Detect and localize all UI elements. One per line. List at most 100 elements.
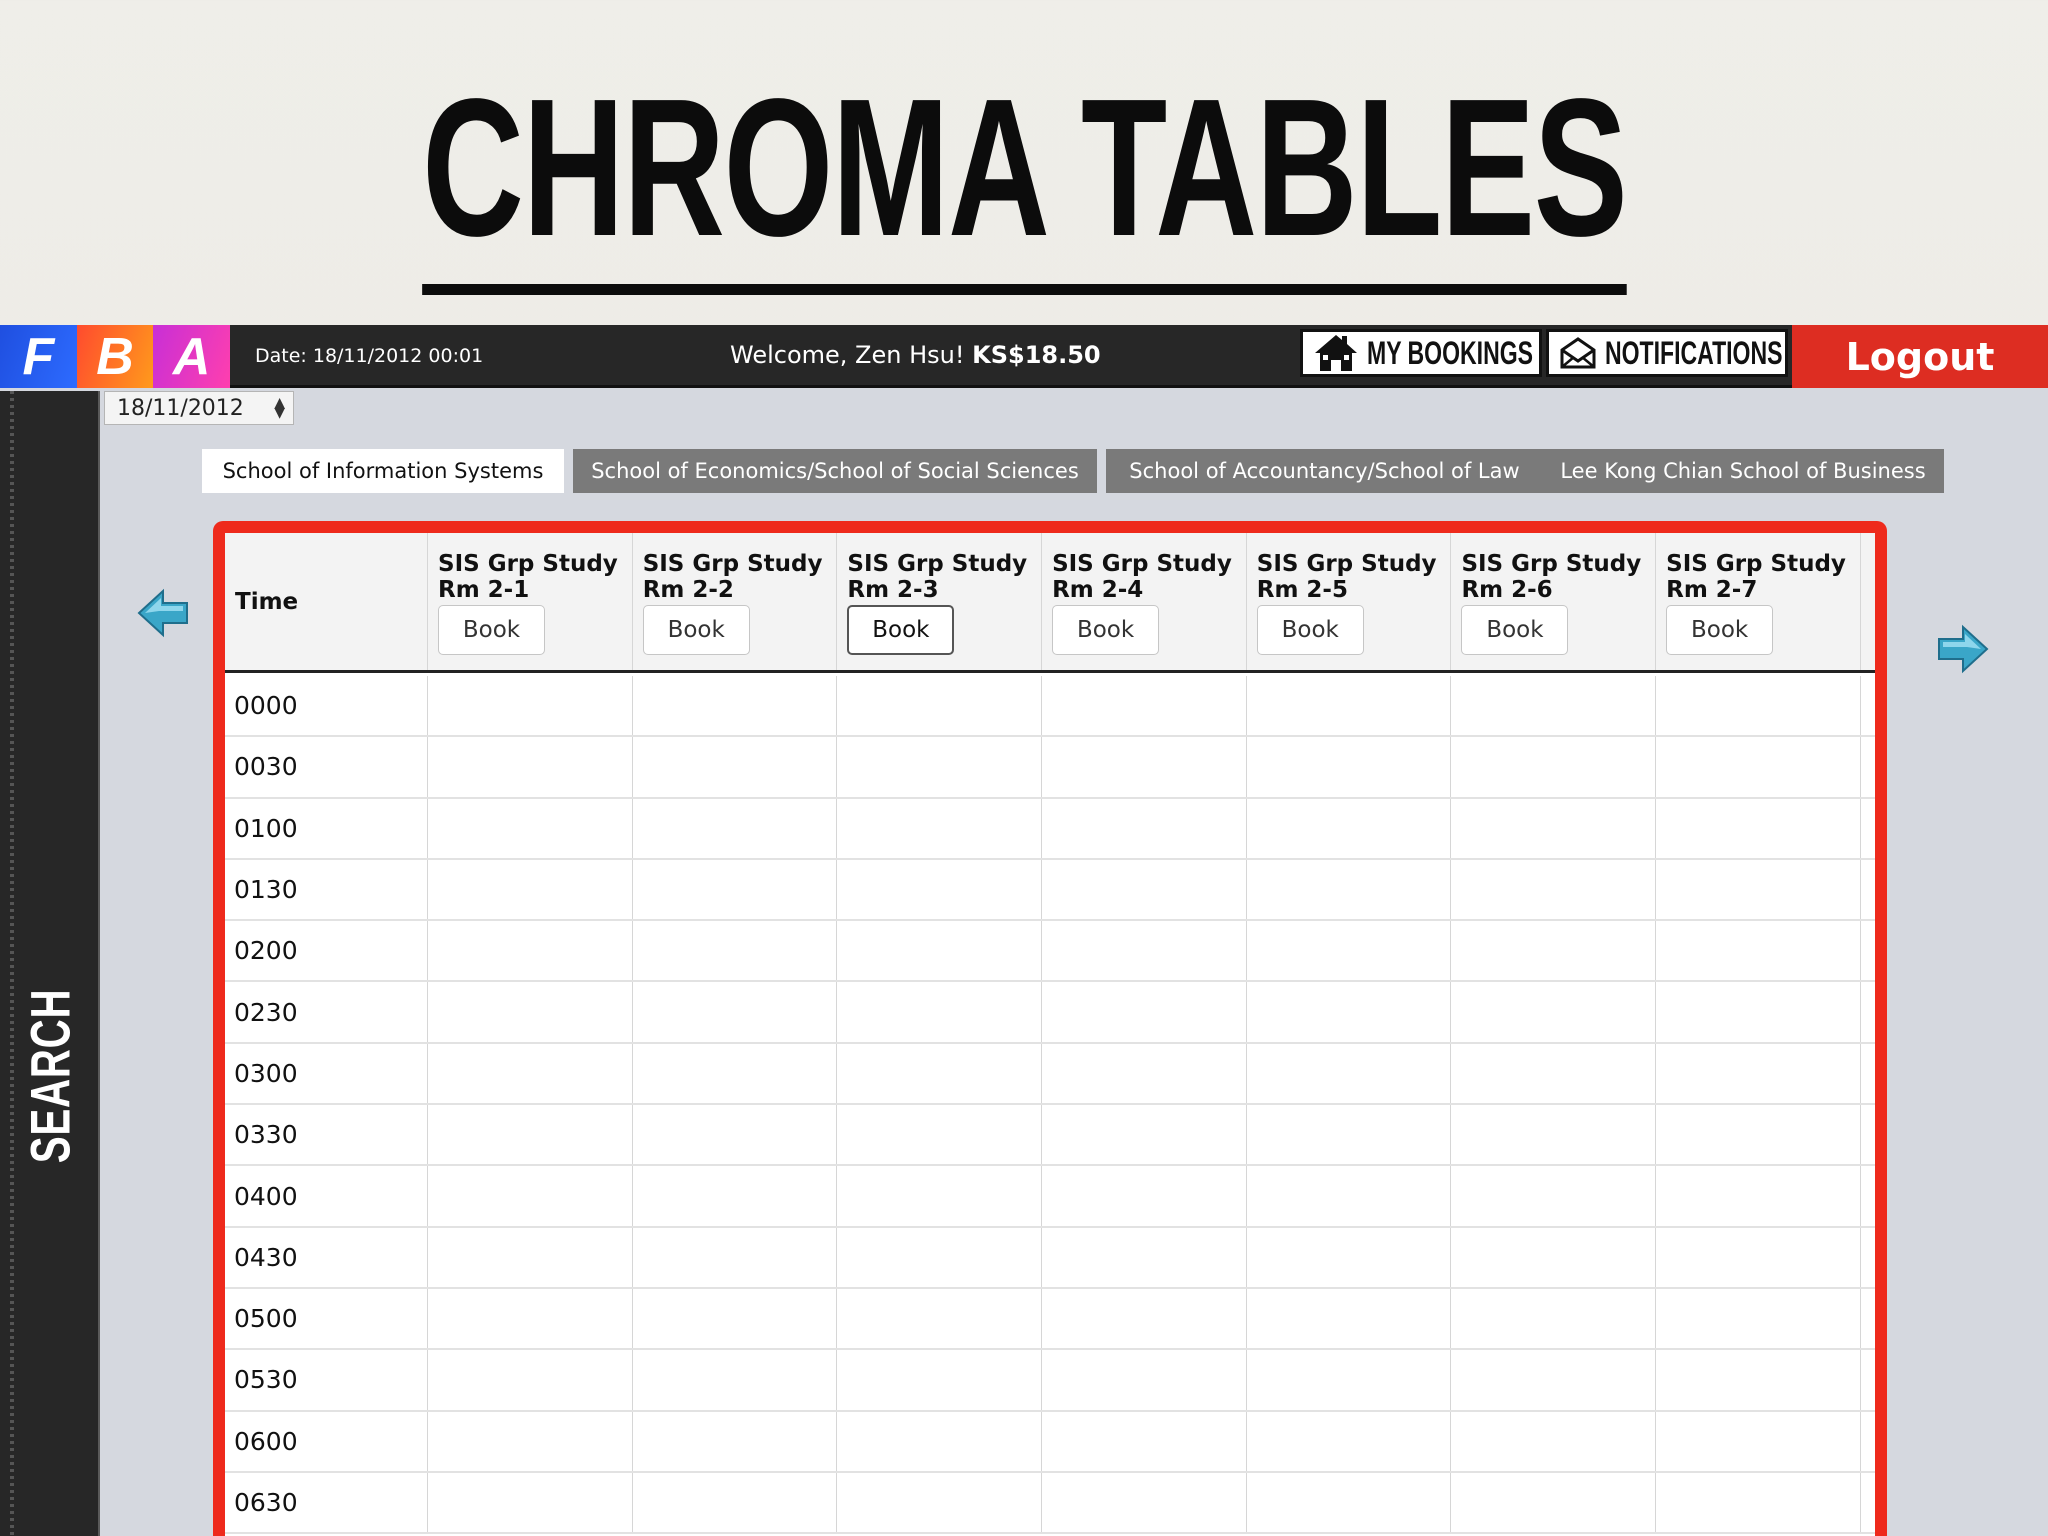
booking-slot-cell[interactable] — [633, 1350, 838, 1410]
booking-slot-cell[interactable] — [1247, 982, 1452, 1042]
booking-slot-cell[interactable] — [837, 1166, 1043, 1226]
booking-slot-cell[interactable] — [837, 798, 1043, 858]
booking-slot-cell[interactable] — [633, 676, 838, 736]
booking-slot-cell[interactable] — [1042, 1166, 1247, 1226]
book-button[interactable]: Book — [438, 605, 545, 655]
booking-slot-cell[interactable] — [633, 1105, 838, 1165]
booking-slot-cell[interactable] — [837, 1472, 1043, 1533]
book-button[interactable]: Book — [847, 605, 955, 655]
booking-slot-cell[interactable] — [633, 737, 838, 797]
booking-slot-cell[interactable] — [1042, 1472, 1247, 1533]
arrow-left-icon[interactable] — [137, 587, 189, 639]
booking-slot-cell[interactable] — [837, 1411, 1043, 1471]
booking-slot-cell[interactable] — [428, 1288, 633, 1349]
booking-slot-cell[interactable] — [1451, 737, 1657, 797]
booking-slot-cell[interactable] — [1451, 1472, 1657, 1533]
booking-slot-cell[interactable] — [1042, 798, 1247, 858]
booking-slot-cell[interactable] — [837, 1043, 1043, 1104]
booking-slot-cell[interactable] — [633, 982, 838, 1042]
booking-slot-cell[interactable] — [1247, 921, 1452, 981]
notifications-button[interactable]: NOTIFICATIONS — [1546, 329, 1788, 377]
booking-slot-cell[interactable] — [1247, 1288, 1452, 1349]
booking-slot-cell[interactable] — [837, 1105, 1043, 1165]
booking-slot-cell[interactable] — [1451, 1105, 1657, 1165]
booking-slot-cell[interactable] — [1656, 859, 1861, 920]
booking-slot-cell[interactable] — [633, 859, 838, 920]
booking-slot-cell[interactable] — [633, 1043, 838, 1104]
booking-slot-cell[interactable] — [1656, 737, 1861, 797]
booking-slot-cell[interactable] — [633, 1472, 838, 1533]
booking-slot-cell[interactable] — [428, 737, 633, 797]
booking-slot-cell[interactable] — [1247, 1043, 1452, 1104]
booking-slot-cell[interactable] — [428, 1350, 633, 1410]
booking-slot-cell[interactable] — [837, 1288, 1043, 1349]
booking-slot-cell[interactable] — [1042, 1043, 1247, 1104]
booking-slot-cell[interactable] — [428, 921, 633, 981]
booking-slot-cell[interactable] — [1247, 1350, 1452, 1410]
booking-slot-cell[interactable] — [837, 1350, 1043, 1410]
booking-slot-cell[interactable] — [837, 737, 1043, 797]
booking-slot-cell[interactable] — [428, 676, 633, 736]
booking-slot-cell[interactable] — [428, 798, 633, 858]
booking-slot-cell[interactable] — [1247, 1166, 1452, 1226]
booking-slot-cell[interactable] — [837, 921, 1043, 981]
search-sidebar[interactable]: SEARCH — [0, 391, 100, 1536]
booking-slot-cell[interactable] — [837, 1227, 1043, 1287]
booking-slot-cell[interactable] — [633, 1227, 838, 1287]
date-select[interactable]: 18/11/2012 ▲ ▼ — [104, 391, 294, 425]
my-bookings-button[interactable]: MY BOOKINGS — [1300, 329, 1542, 377]
book-button[interactable]: Book — [1052, 605, 1160, 655]
booking-slot-cell[interactable] — [1247, 1472, 1452, 1533]
booking-slot-cell[interactable] — [1247, 798, 1452, 858]
fba-logo[interactable]: F B A — [0, 325, 231, 388]
tab-school-of-accountancy-law[interactable]: School of Accountancy/School of Law — [1106, 449, 1543, 493]
booking-slot-cell[interactable] — [1451, 1350, 1657, 1410]
booking-slot-cell[interactable] — [428, 1227, 633, 1287]
booking-slot-cell[interactable] — [1656, 1350, 1861, 1410]
booking-slot-cell[interactable] — [1042, 737, 1247, 797]
booking-slot-cell[interactable] — [1656, 1105, 1861, 1165]
booking-slot-cell[interactable] — [428, 1411, 633, 1471]
booking-slot-cell[interactable] — [633, 1288, 838, 1349]
booking-slot-cell[interactable] — [428, 1472, 633, 1533]
booking-slot-cell[interactable] — [1247, 859, 1452, 920]
booking-slot-cell[interactable] — [428, 1043, 633, 1104]
booking-slot-cell[interactable] — [1656, 1043, 1861, 1104]
booking-slot-cell[interactable] — [1247, 737, 1452, 797]
booking-slot-cell[interactable] — [1656, 921, 1861, 981]
booking-slot-cell[interactable] — [1451, 676, 1657, 736]
booking-slot-cell[interactable] — [1656, 798, 1861, 858]
booking-slot-cell[interactable] — [1042, 1288, 1247, 1349]
booking-slot-cell[interactable] — [1042, 676, 1247, 736]
booking-slot-cell[interactable] — [1042, 1350, 1247, 1410]
booking-slot-cell[interactable] — [1656, 1411, 1861, 1471]
booking-slot-cell[interactable] — [1247, 1411, 1452, 1471]
booking-slot-cell[interactable] — [1451, 1166, 1657, 1226]
booking-slot-cell[interactable] — [1451, 798, 1657, 858]
booking-slot-cell[interactable] — [1042, 859, 1247, 920]
booking-slot-cell[interactable] — [837, 859, 1043, 920]
booking-slot-cell[interactable] — [633, 1166, 838, 1226]
booking-slot-cell[interactable] — [1451, 982, 1657, 1042]
booking-slot-cell[interactable] — [837, 982, 1043, 1042]
arrow-right-icon[interactable] — [1937, 623, 1989, 675]
tab-school-of-economics-social-sciences[interactable]: School of Economics/School of Social Sci… — [573, 449, 1097, 493]
booking-slot-cell[interactable] — [633, 798, 838, 858]
booking-slot-cell[interactable] — [428, 982, 633, 1042]
booking-slot-cell[interactable] — [633, 1411, 838, 1471]
booking-slot-cell[interactable] — [1247, 1227, 1452, 1287]
tab-school-of-information-systems[interactable]: School of Information Systems — [202, 449, 564, 493]
booking-slot-cell[interactable] — [1042, 982, 1247, 1042]
booking-slot-cell[interactable] — [1451, 1227, 1657, 1287]
book-button[interactable]: Book — [642, 605, 750, 655]
booking-slot-cell[interactable] — [633, 921, 838, 981]
booking-slot-cell[interactable] — [1042, 1411, 1247, 1471]
book-button[interactable]: Book — [1256, 605, 1364, 655]
booking-slot-cell[interactable] — [1042, 1227, 1247, 1287]
book-button[interactable]: Book — [1461, 605, 1569, 655]
booking-slot-cell[interactable] — [1656, 1472, 1861, 1533]
tab-lee-kong-chian-school-of-business[interactable]: Lee Kong Chian School of Business — [1542, 449, 1944, 493]
booking-slot-cell[interactable] — [1656, 1227, 1861, 1287]
booking-slot-cell[interactable] — [1247, 1105, 1452, 1165]
booking-slot-cell[interactable] — [428, 859, 633, 920]
